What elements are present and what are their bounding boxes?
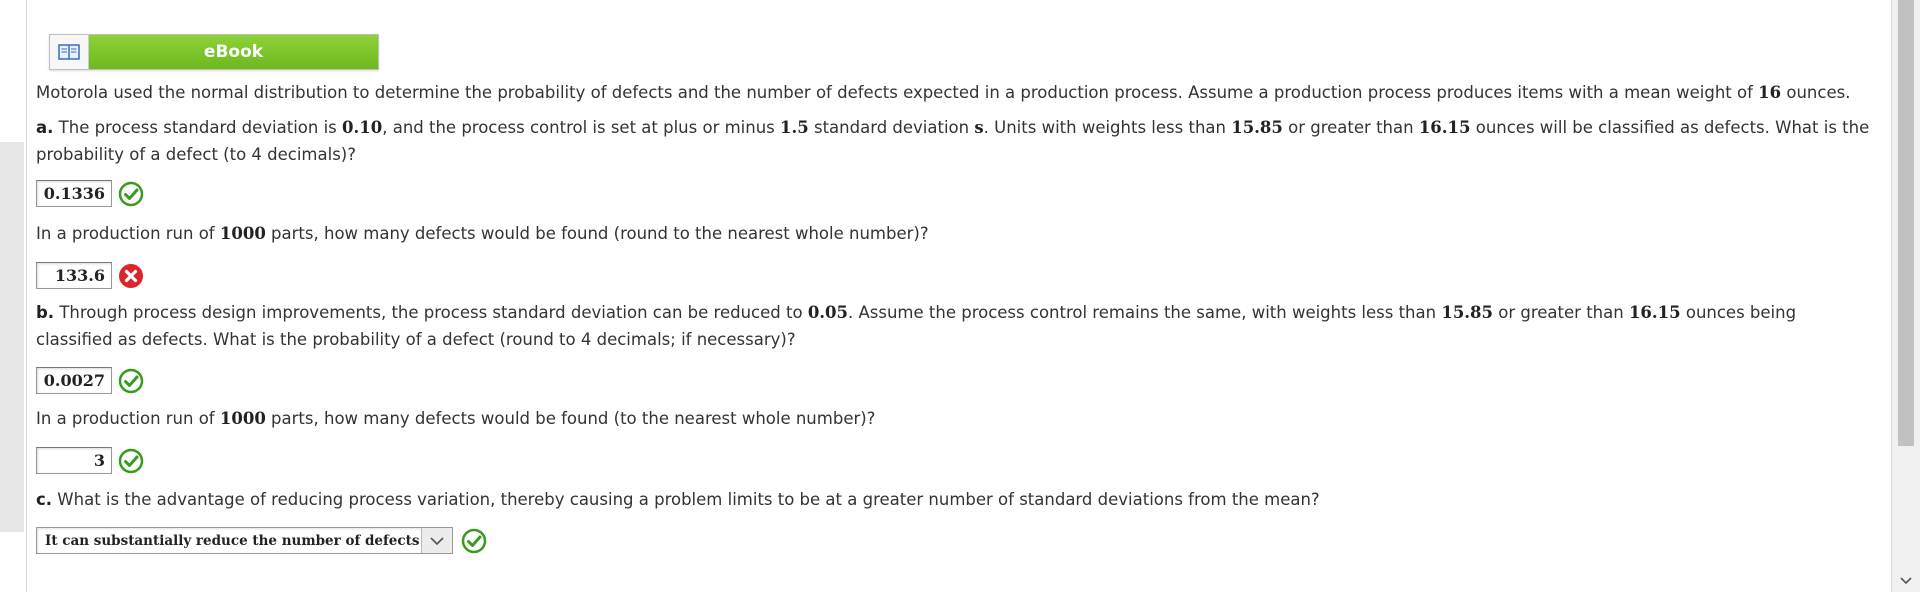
k-value: 1.5 — [780, 118, 809, 137]
question-text: parts, how many defects would be found (… — [265, 409, 876, 428]
vertical-scrollbar[interactable] — [1891, 0, 1920, 592]
sd-value: 0.05 — [807, 303, 848, 322]
question-text: or greater than — [1282, 118, 1419, 137]
question-text: . Assume the process control remains the… — [848, 303, 1442, 322]
run-size: 1000 — [219, 409, 266, 428]
question-text: In a production run of — [36, 224, 220, 243]
low-limit: 15.85 — [1231, 118, 1283, 137]
ebook-label: eBook — [89, 35, 378, 69]
book-icon — [50, 35, 89, 69]
chevron-down-icon[interactable] — [421, 528, 452, 553]
question-text: parts, how many defects would be found (… — [265, 224, 929, 243]
intro-text-part: ounces. — [1781, 83, 1851, 102]
part-b-letter: b. — [36, 303, 55, 322]
part-a-answer-row: 0.1336 — [36, 180, 144, 207]
intro-text: Motorola used the normal distribution to… — [36, 79, 1876, 106]
sd-value: 0.10 — [342, 118, 383, 137]
left-gutter-band — [0, 142, 24, 532]
run-size: 1000 — [219, 224, 266, 243]
correct-check-icon — [118, 368, 144, 393]
part-b-run-question: In a production run of 1000 parts, how m… — [36, 405, 1876, 432]
part-a-question: a. The process standard deviation is 0.1… — [36, 114, 1876, 168]
scroll-down-icon[interactable] — [1892, 570, 1920, 592]
question-text: . Units with weights less than — [983, 118, 1232, 137]
part-b-answer-input[interactable]: 0.0027 — [36, 367, 112, 394]
intro-text-part: Motorola used the normal distribution to… — [36, 83, 1759, 102]
scrollbar-thumb[interactable] — [1898, 0, 1914, 446]
question-text: In a production run of — [36, 409, 220, 428]
part-a-run-answer-row: 133.6 — [36, 262, 144, 289]
question-text: The process standard deviation is — [53, 118, 343, 137]
part-a-run-answer-input[interactable]: 133.6 — [36, 262, 112, 289]
part-a-answer-input[interactable]: 0.1336 — [36, 180, 112, 207]
correct-check-icon — [118, 181, 144, 206]
high-limit: 16.15 — [1418, 118, 1471, 137]
question-text: Through process design improvements, the… — [54, 303, 808, 322]
high-limit: 16.15 — [1628, 303, 1681, 322]
question-text: , and the process control is set at plus… — [382, 118, 781, 137]
correct-check-icon — [461, 528, 487, 553]
part-a-run-question: In a production run of 1000 parts, how m… — [36, 220, 1876, 247]
question-text: or greater than — [1493, 303, 1629, 322]
part-b-run-answer-row: 3 — [36, 447, 144, 474]
incorrect-x-icon — [119, 263, 143, 288]
selected-option: It can substantially reduce the number o… — [45, 532, 420, 549]
low-limit: 15.85 — [1441, 303, 1494, 322]
part-c-question: c. What is the advantage of reducing pro… — [36, 486, 1876, 513]
s-symbol: s — [974, 118, 984, 137]
question-text: standard deviation — [808, 118, 975, 137]
part-c-answer-row: It can substantially reduce the number o… — [36, 527, 487, 554]
part-b-run-answer-input[interactable]: 3 — [36, 447, 112, 474]
mean-value: 16 — [1758, 83, 1782, 102]
part-c-answer-select[interactable]: It can substantially reduce the number o… — [36, 527, 453, 554]
part-c-letter: c. — [36, 490, 53, 509]
left-gutter — [0, 0, 27, 592]
correct-check-icon — [118, 448, 144, 473]
ebook-button[interactable]: eBook — [49, 34, 379, 70]
part-a-letter: a. — [36, 118, 54, 137]
part-b-question: b. Through process design improvements, … — [36, 299, 1876, 353]
question-text: What is the advantage of reducing proces… — [52, 490, 1320, 509]
part-b-answer-row: 0.0027 — [36, 367, 144, 394]
